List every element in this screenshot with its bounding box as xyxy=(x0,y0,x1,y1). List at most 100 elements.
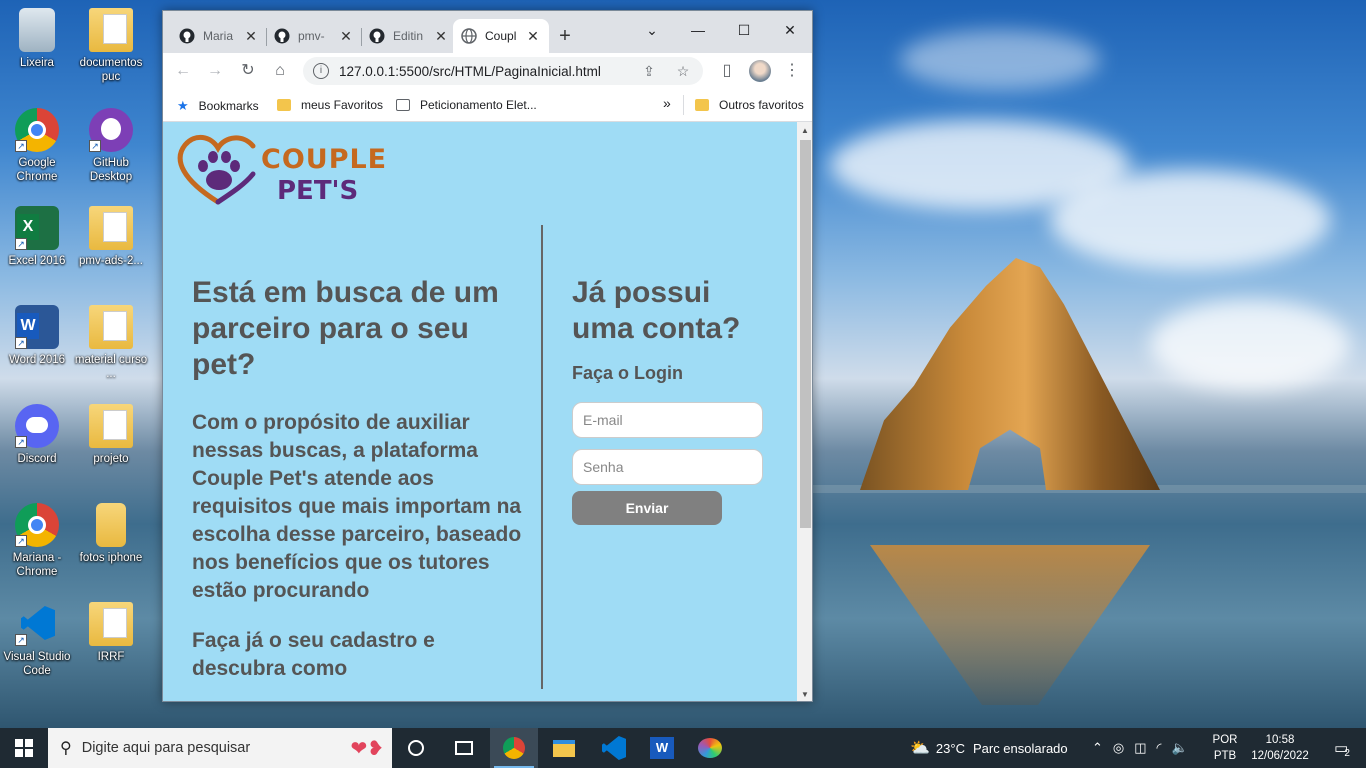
github-icon xyxy=(369,28,385,44)
github-icon xyxy=(179,28,195,44)
taskbar-word[interactable]: W xyxy=(638,728,686,768)
email-field[interactable] xyxy=(572,402,763,438)
info-icon[interactable]: i xyxy=(313,63,329,79)
arrow-right-icon: → xyxy=(207,62,223,79)
minimize-button[interactable]: — xyxy=(675,15,721,45)
desktop-icon-irrf[interactable]: IRRF xyxy=(74,602,148,664)
clock[interactable]: 10:58 12/06/2022 xyxy=(1250,732,1310,764)
cortana-button[interactable] xyxy=(392,728,440,768)
cloud xyxy=(1150,300,1350,390)
scroll-up-arrow-icon[interactable]: ▲ xyxy=(801,126,809,135)
avatar[interactable] xyxy=(749,60,771,82)
back-button[interactable]: ← xyxy=(171,59,195,83)
tab-github-1[interactable]: Maria ✕ xyxy=(171,19,267,53)
notification-center-button[interactable]: ▭ 2 xyxy=(1318,728,1366,768)
scrollbar-thumb[interactable] xyxy=(800,140,811,528)
desktop-icon-discord[interactable]: ↗ Discord xyxy=(0,404,74,466)
tab-title: Coupl xyxy=(485,29,517,43)
folder-icon xyxy=(96,503,126,547)
close-icon[interactable]: ✕ xyxy=(243,28,259,45)
start-button[interactable] xyxy=(0,728,48,768)
submit-button[interactable]: Enviar xyxy=(572,491,722,525)
desktop-icon-excel[interactable]: X ↗ Excel 2016 xyxy=(0,206,74,268)
close-icon[interactable]: ✕ xyxy=(525,28,541,45)
share-icon[interactable]: ⇪ xyxy=(639,63,659,80)
taskbar-search[interactable]: ⚲ Digite aqui para pesquisar ❤❥ xyxy=(48,728,392,768)
excel-icon: X ↗ xyxy=(15,206,59,250)
taskbar-chrome[interactable] xyxy=(490,728,538,768)
arrow-left-icon: ← xyxy=(175,62,191,79)
page-scrollbar[interactable]: ▲ ▼ xyxy=(797,122,812,701)
desktop-icon-pmv-ads[interactable]: pmv-ads-2... xyxy=(74,206,148,268)
desktop-icon-label: Visual Studio Code xyxy=(3,651,71,677)
home-icon: ⌂ xyxy=(275,62,285,79)
page-viewport: COUPLE PET'S Está em busca de um parceir… xyxy=(163,122,797,701)
desktop-icon-label: Lixeira xyxy=(20,57,54,69)
volume-icon[interactable]: 🔈 xyxy=(1172,740,1188,756)
new-tab-button[interactable]: + xyxy=(553,25,577,48)
desktop-icon-google-chrome[interactable]: ↗ Google Chrome xyxy=(0,108,74,184)
partly-sunny-icon: ⛅ xyxy=(910,740,930,757)
star-icon[interactable]: ☆ xyxy=(673,63,693,80)
chevron-up-icon[interactable]: ⌃ xyxy=(1092,740,1103,756)
bookmark-item-outros-favoritos[interactable]: Outros favoritos xyxy=(695,98,804,112)
desktop-icon-documentos-puc[interactable]: documentos puc xyxy=(74,8,148,84)
wifi-icon[interactable]: ◜ xyxy=(1157,740,1162,756)
folder-icon xyxy=(277,99,291,111)
home-button[interactable]: ⌂ xyxy=(268,59,292,83)
search-icon: ⚲ xyxy=(60,740,72,757)
tab-couple-pets[interactable]: Coupl ✕ xyxy=(453,19,549,53)
desktop-icon-github-desktop[interactable]: ↗ GitHub Desktop xyxy=(74,108,148,184)
network-icon[interactable]: ◫ xyxy=(1134,740,1146,756)
maximize-button[interactable]: ☐ xyxy=(721,15,767,45)
globe-icon xyxy=(461,28,477,44)
desktop-icon-label: documentos puc xyxy=(79,57,143,83)
close-icon: ✕ xyxy=(784,22,796,38)
tab-search-button[interactable]: ⌄ xyxy=(629,15,675,45)
bookmark-item-peticionamento[interactable]: Peticionamento Elet... xyxy=(396,98,537,112)
reload-button[interactable]: ↻ xyxy=(236,59,260,83)
desktop-icon-material-curso[interactable]: material curso ... xyxy=(74,305,148,381)
logo-text-pets: PET'S xyxy=(277,176,359,206)
folder-icon xyxy=(695,99,709,111)
rock-reflection xyxy=(870,545,1150,705)
bookmarks-overflow-button[interactable]: » xyxy=(663,95,671,111)
couple-pets-logo[interactable]: COUPLE PET'S xyxy=(173,130,386,210)
taskbar-vscode[interactable] xyxy=(590,728,638,768)
tab-github-2[interactable]: pmv- ✕ xyxy=(266,19,362,53)
desktop-icon-label: pmv-ads-2... xyxy=(79,255,143,267)
close-window-button[interactable]: ✕ xyxy=(767,15,812,45)
taskbar-file-explorer[interactable] xyxy=(540,728,588,768)
desktop-icon-vscode[interactable]: ↗ Visual Studio Code xyxy=(0,602,74,678)
input-language[interactable]: POR PTB xyxy=(1206,732,1244,764)
desktop-icon-recycle-bin[interactable]: Lixeira xyxy=(0,8,74,70)
desktop-icon-word[interactable]: W ↗ Word 2016 xyxy=(0,305,74,367)
side-panel-button[interactable]: ▯ xyxy=(715,59,739,83)
taskbar-paint[interactable] xyxy=(686,728,734,768)
close-icon[interactable]: ✕ xyxy=(338,28,354,45)
scroll-down-arrow-icon[interactable]: ▼ xyxy=(801,690,809,699)
desktop-icon-projeto[interactable]: projeto xyxy=(74,404,148,466)
bookmark-label: Bookmarks xyxy=(198,99,259,113)
weather-temp: 23°C xyxy=(935,740,965,756)
close-icon[interactable]: ✕ xyxy=(433,28,449,45)
desktop-icon-label: material curso ... xyxy=(74,354,148,380)
address-bar[interactable]: i 127.0.0.1:5500/src/HTML/PaginaInicial.… xyxy=(303,57,703,85)
chrome-profile-icon: ↗ xyxy=(15,503,59,547)
meet-now-icon[interactable]: ◎ xyxy=(1113,740,1124,756)
tab-github-3[interactable]: Editin ✕ xyxy=(361,19,457,53)
task-view-button[interactable] xyxy=(440,728,488,768)
desktop-icon-fotos-iphone[interactable]: fotos iphone xyxy=(74,503,148,565)
folder-icon xyxy=(553,739,575,757)
menu-button[interactable]: ⋮ xyxy=(780,59,804,83)
weather-widget[interactable]: ⛅ 23°C Parc ensolarado xyxy=(910,728,1068,768)
chrome-icon xyxy=(503,737,525,759)
forward-button[interactable]: → xyxy=(203,59,227,83)
bookmark-item-bookmarks[interactable]: ★ Bookmarks xyxy=(177,98,259,114)
password-field[interactable] xyxy=(572,449,763,485)
desktop-icon-mariana-chrome[interactable]: ↗ Mariana - Chrome xyxy=(0,503,74,579)
circle-icon xyxy=(408,740,424,756)
browser-window: Maria ✕ pmv- ✕ Editin ✕ Coupl ✕ + ⌄ — ☐ … xyxy=(162,10,813,702)
bookmark-item-meus-favoritos[interactable]: meus Favoritos xyxy=(277,98,383,112)
logo-text-couple: COUPLE xyxy=(261,144,388,175)
